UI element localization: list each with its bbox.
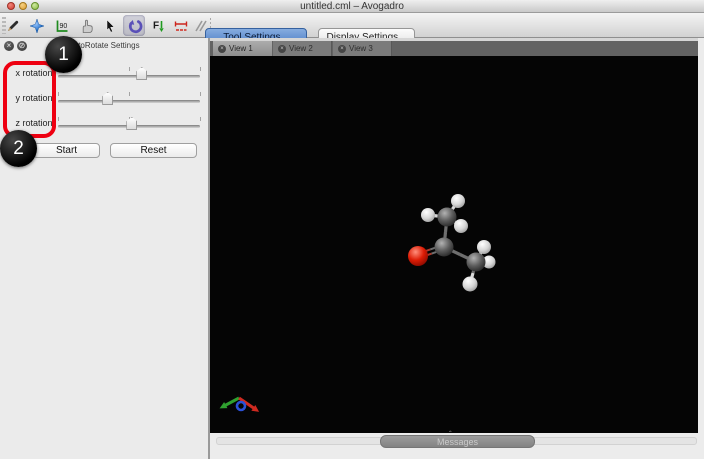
selection-tool-button[interactable] bbox=[100, 16, 120, 36]
atom-C2[interactable] bbox=[438, 208, 457, 227]
x-rotation-slider-row: x rotation: bbox=[0, 64, 208, 84]
tab-label: View 2 bbox=[289, 44, 313, 53]
axis-red bbox=[239, 398, 255, 409]
y-rotation-slider-row: y rotation: bbox=[0, 89, 208, 109]
navigate-star-icon bbox=[29, 18, 45, 34]
avogadro-window: untitled.cml – Avogadro 90 bbox=[0, 0, 704, 459]
tab-label: View 3 bbox=[349, 44, 373, 53]
atom-H3[interactable] bbox=[454, 219, 468, 233]
slider-tick bbox=[129, 67, 130, 71]
tab-label: View 1 bbox=[229, 44, 253, 53]
tab-close-icon[interactable]: × bbox=[278, 45, 286, 53]
atom-C3[interactable] bbox=[467, 253, 486, 272]
annotation-step-1: 1 bbox=[45, 36, 82, 73]
window-title: untitled.cml – Avogadro bbox=[0, 0, 704, 13]
viewport-area: ×View 1×View 2×View 3 bbox=[210, 38, 704, 459]
y-rotation-slider-thumb[interactable] bbox=[102, 92, 113, 105]
slider-tick bbox=[58, 117, 59, 121]
z-rotation-slider-label: z rotation: bbox=[0, 118, 55, 128]
reset-button[interactable]: Reset bbox=[110, 143, 197, 158]
toolbar: 90 F bbox=[0, 13, 704, 38]
atom-O[interactable] bbox=[408, 246, 428, 266]
axis-blue-z bbox=[237, 402, 245, 410]
y-rotation-slider-track[interactable] bbox=[58, 100, 200, 103]
svg-text:F: F bbox=[153, 21, 159, 32]
svg-text:90: 90 bbox=[60, 23, 68, 30]
panel-title: AutoRotate Settings bbox=[0, 41, 208, 50]
align-tool-button[interactable] bbox=[171, 16, 191, 36]
atom-C1[interactable] bbox=[435, 238, 454, 257]
measure-tool-button[interactable]: 90 bbox=[52, 16, 72, 36]
x-rotation-slider[interactable] bbox=[58, 64, 200, 84]
y-rotation-slider-label: y rotation: bbox=[0, 93, 55, 103]
atom-H2[interactable] bbox=[451, 194, 465, 208]
render-viewport[interactable] bbox=[210, 56, 698, 433]
tab-view-1[interactable]: ×View 1 bbox=[213, 41, 272, 56]
pencil-icon bbox=[5, 18, 21, 34]
hand-icon bbox=[78, 18, 94, 34]
panel-header: × ⊘ AutoRotate Settings bbox=[0, 38, 208, 56]
y-rotation-slider[interactable] bbox=[58, 89, 200, 109]
tab-close-icon[interactable]: × bbox=[218, 45, 226, 53]
messages-button[interactable]: Messages bbox=[380, 435, 535, 448]
axis-indicator bbox=[220, 398, 260, 412]
autorotate-tool-button[interactable] bbox=[124, 16, 144, 36]
atom-H4[interactable] bbox=[477, 240, 491, 254]
atom-H1[interactable] bbox=[421, 208, 435, 222]
messages-bar: ˆ Messages bbox=[210, 433, 704, 459]
slider-tick bbox=[129, 92, 130, 96]
tab-view-3[interactable]: ×View 3 bbox=[333, 41, 392, 56]
autorotate-icon bbox=[126, 18, 143, 35]
manipulate-tool-button[interactable] bbox=[76, 16, 96, 36]
autorotate-settings-panel: × ⊘ AutoRotate Settings x rotation: y rot… bbox=[0, 38, 208, 459]
slider-tick bbox=[200, 67, 201, 71]
start-button[interactable]: Start bbox=[33, 143, 100, 158]
atom-H6[interactable] bbox=[463, 277, 478, 292]
tab-close-icon[interactable]: × bbox=[338, 45, 346, 53]
autooptimize-tool-button[interactable]: F bbox=[148, 16, 168, 36]
x-rotation-slider-track[interactable] bbox=[58, 75, 200, 78]
angle-90-icon: 90 bbox=[54, 18, 70, 34]
view-tabbar: ×View 1×View 2×View 3 bbox=[210, 41, 698, 56]
z-rotation-slider[interactable] bbox=[58, 114, 200, 134]
slider-tick bbox=[200, 117, 201, 121]
x-rotation-slider-label: x rotation: bbox=[0, 68, 55, 78]
z-rotation-slider-row: z rotation: bbox=[0, 114, 208, 134]
slider-tick bbox=[200, 92, 201, 96]
molecule-acetone bbox=[210, 56, 698, 433]
tab-view-2[interactable]: ×View 2 bbox=[273, 41, 332, 56]
x-rotation-slider-thumb[interactable] bbox=[136, 67, 147, 80]
measure-distance-icon bbox=[173, 18, 189, 34]
autooptimize-icon: F bbox=[150, 18, 166, 34]
cursor-arrow-icon bbox=[102, 18, 118, 34]
slider-tick bbox=[58, 92, 59, 96]
title-bar: untitled.cml – Avogadro bbox=[0, 0, 704, 13]
navigate-tool-button[interactable] bbox=[27, 16, 47, 36]
annotation-step-2: 2 bbox=[0, 130, 37, 167]
draw-tool-button[interactable] bbox=[3, 16, 23, 36]
